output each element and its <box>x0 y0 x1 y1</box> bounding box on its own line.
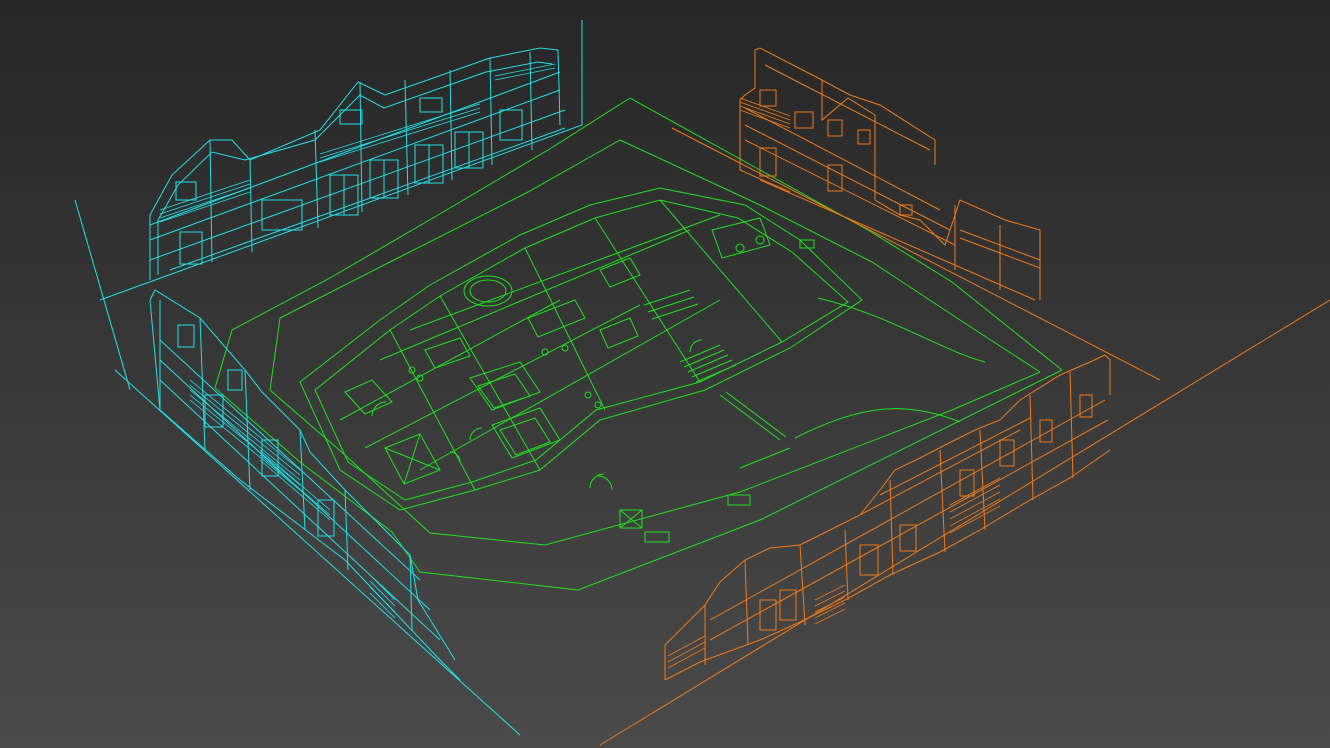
viewport-scene[interactable] <box>0 0 1330 748</box>
3d-viewport[interactable] <box>0 0 1330 748</box>
viewport-background <box>0 0 1330 748</box>
